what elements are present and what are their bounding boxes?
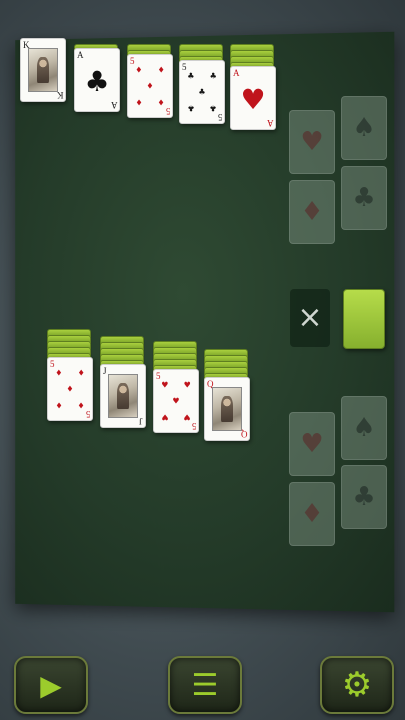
- playing-card[interactable]: 5 5 ♦ ♦ ♦ ♦ ♦: [47, 357, 93, 421]
- card-pip-icon: ♦: [135, 97, 143, 107]
- card-rank: 5: [165, 106, 171, 116]
- settings-icon: ⚙: [341, 665, 373, 705]
- settings-button[interactable]: ⚙: [320, 656, 394, 714]
- menu-button[interactable]: ☰: [168, 656, 242, 714]
- card-rank: 5: [182, 62, 187, 72]
- card-rank: J: [103, 366, 107, 376]
- card-pip-icon: ♦: [157, 65, 165, 75]
- foundation-slot-suit-icon[interactable]: ♦: [289, 180, 335, 244]
- card-pip-icon: ♦: [135, 65, 143, 75]
- card-pip-icon: ♣: [198, 87, 206, 97]
- card-pip-icon: ♥: [183, 412, 191, 422]
- card-pip-icon: ♦: [77, 400, 85, 410]
- foundation-slot-suit-icon[interactable]: ♥: [289, 110, 335, 174]
- stock-pile[interactable]: [343, 289, 385, 349]
- playing-card[interactable]: 5 5 ♣ ♣ ♣ ♣ ♣: [179, 60, 225, 124]
- card-pip-icon: ♦: [157, 97, 165, 107]
- card-pip-icon: ♥: [161, 380, 169, 390]
- card-pip-icon: ♣: [187, 71, 195, 81]
- card-pip-icon: ♣: [209, 103, 217, 113]
- card-rank: 5: [85, 409, 91, 419]
- playing-card[interactable]: QQ: [204, 377, 250, 441]
- card-rank: 5: [217, 112, 223, 122]
- foundation-slot-suit-icon[interactable]: ♥: [289, 412, 335, 476]
- card-rank: 5: [191, 421, 197, 431]
- card-pip-icon: ♥: [183, 380, 191, 390]
- card-pip-icon: ♣: [209, 71, 217, 81]
- card-pip-icon: ♦: [146, 81, 154, 91]
- face-card-art: [108, 374, 138, 418]
- card-suit-icon: ♣: [84, 65, 110, 98]
- foundation-slot-suit-icon[interactable]: ♠: [341, 396, 387, 460]
- playing-card[interactable]: JJ: [100, 364, 146, 428]
- card-rank: A: [266, 118, 274, 128]
- play-icon: ▶: [40, 668, 62, 702]
- card-pip-icon: ♦: [77, 368, 85, 378]
- face-card-art: [212, 387, 242, 431]
- foundation-slot-suit-icon[interactable]: ♣: [341, 166, 387, 230]
- card-suit-icon: ♥: [240, 83, 266, 116]
- playing-card[interactable]: 5 5 ♦ ♦ ♦ ♦ ♦: [127, 54, 173, 118]
- card-rank: A: [233, 68, 240, 78]
- card-pip-icon: ♦: [55, 368, 63, 378]
- playing-card[interactable]: A A ♥: [230, 66, 276, 130]
- card-rank: A: [110, 100, 118, 110]
- card-rank: A: [77, 50, 84, 60]
- card-pip-icon: ♥: [172, 396, 180, 406]
- playing-card[interactable]: KK: [20, 38, 66, 102]
- menu-icon: ☰: [191, 667, 219, 703]
- foundation-slot-suit-icon[interactable]: ♣: [341, 465, 387, 529]
- play-button[interactable]: ▶: [14, 656, 88, 714]
- discard-pile-x-icon[interactable]: ×: [290, 289, 330, 347]
- card-pip-icon: ♥: [161, 412, 169, 422]
- card-pip-icon: ♣: [187, 103, 195, 113]
- card-rank: J: [139, 416, 143, 426]
- face-card-art: [28, 48, 58, 92]
- foundation-slot-suit-icon[interactable]: ♠: [341, 96, 387, 160]
- card-rank: 5: [50, 359, 55, 369]
- card-rank: 5: [130, 56, 135, 66]
- card-pip-icon: ♦: [55, 400, 63, 410]
- playing-card[interactable]: A A ♣: [74, 48, 120, 112]
- foundation-slot-suit-icon[interactable]: ♦: [289, 482, 335, 546]
- playing-card[interactable]: 5 5 ♥ ♥ ♥ ♥ ♥: [153, 369, 199, 433]
- card-rank: 5: [156, 371, 161, 381]
- card-pip-icon: ♦: [66, 384, 74, 394]
